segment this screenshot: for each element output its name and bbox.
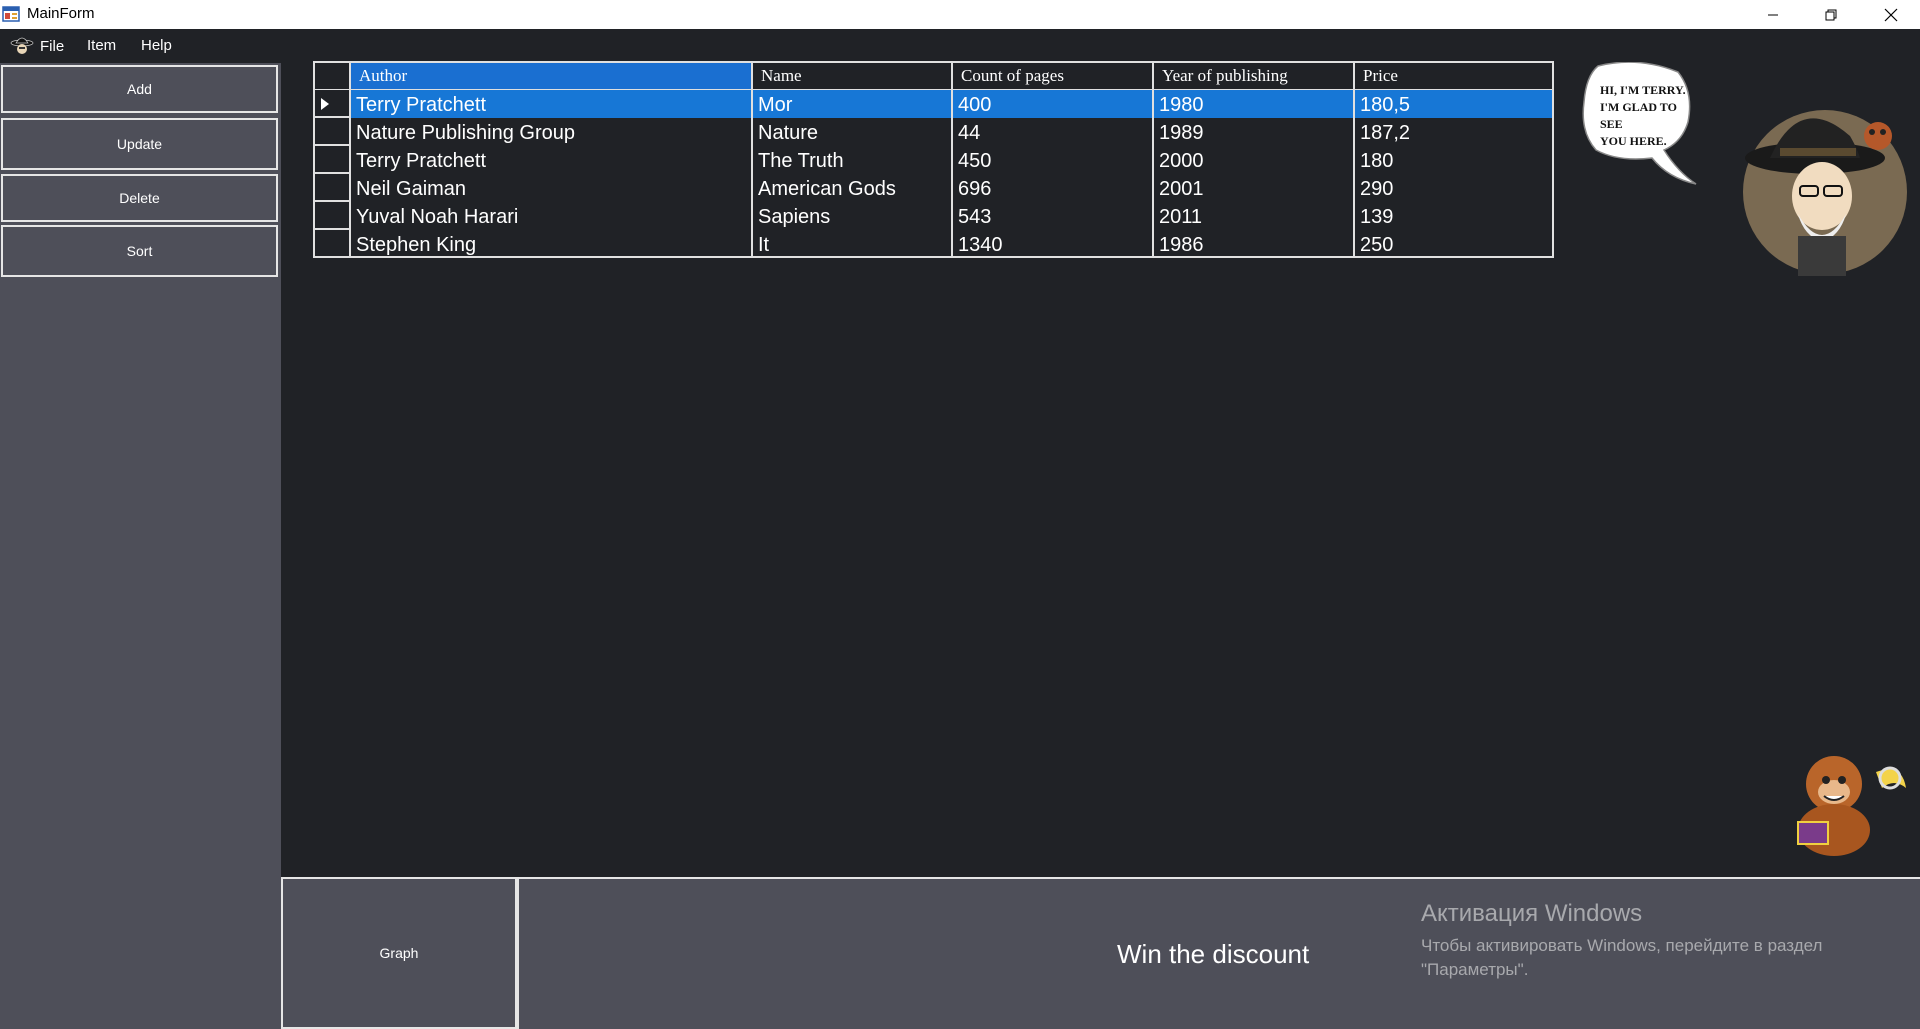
column-header-year[interactable]: Year of publishing [1154,63,1355,89]
speech-bubble: HI, I'M TERRY. I'M GLAD TO SEE YOU HERE. [1582,62,1697,185]
close-button[interactable] [1862,0,1920,29]
column-header-price[interactable]: Price [1355,63,1552,89]
cell-pages[interactable]: 44 [953,118,1154,146]
activation-title: Активация Windows [1421,900,1643,927]
column-header-name[interactable]: Name [753,63,953,89]
row-header[interactable] [315,202,351,230]
delete-button[interactable]: Delete [1,174,278,222]
sidebar: Add Update Delete Sort [0,63,281,1029]
cell-year[interactable]: 2001 [1154,174,1355,202]
speech-line: SEE [1600,117,1623,131]
table-row[interactable]: Nature Publishing Group Nature 44 1989 187,2 [315,118,1552,146]
table-row[interactable]: Neil Gaiman American Gods 696 2001 290 [315,174,1552,202]
row-header-corner[interactable] [315,63,351,89]
menu-item[interactable]: Item [87,37,116,54]
menu-file-label: File [40,37,65,55]
cell-author[interactable]: Terry Pratchett [351,90,753,118]
cell-name[interactable]: It [753,230,953,258]
cell-year[interactable]: 2011 [1154,202,1355,230]
window-title: MainForm [27,5,95,22]
title-bar: MainForm [0,0,1920,29]
cell-price[interactable]: 250 [1355,230,1552,258]
table-row[interactable]: Terry Pratchett The Truth 450 2000 180 [315,146,1552,174]
activation-line-1: Чтобы активировать Windows, перейдите в … [1421,936,1823,955]
cell-pages[interactable]: 400 [953,90,1154,118]
books-grid[interactable]: Author Name Count of pages Year of publi… [313,61,1554,258]
graph-button[interactable]: Graph [281,877,517,1029]
menu-file[interactable]: File [10,35,64,57]
cell-price[interactable]: 290 [1355,174,1552,202]
update-button[interactable]: Update [1,118,278,170]
grid-body: Terry Pratchett Mor 400 1980 180,5 Nature Pub… [315,90,1552,258]
column-header-pages[interactable]: Count of pages [953,63,1154,89]
row-header[interactable] [315,174,351,202]
column-header-author[interactable]: Author [351,63,753,89]
cell-author[interactable]: Neil Gaiman [351,174,753,202]
app-form-icon [2,6,20,22]
row-header[interactable] [315,146,351,174]
cell-year[interactable]: 1986 [1154,230,1355,258]
restore-icon [1825,9,1837,20]
windows-activation-watermark: Активация Windows Чтобы активировать Win… [1421,900,1861,982]
cell-name[interactable]: Mor [753,90,953,118]
row-header[interactable] [315,90,351,118]
cell-price[interactable]: 180 [1355,146,1552,174]
close-icon [1884,8,1898,21]
terry-pratchett-caricature-image [1743,110,1907,276]
cell-price[interactable]: 187,2 [1355,118,1552,146]
cell-name[interactable]: American Gods [753,174,953,202]
restore-button[interactable] [1802,0,1860,29]
orangutan-librarian-image [1797,756,1906,856]
speech-line: I'M GLAD TO [1600,100,1677,114]
minimize-button[interactable] [1744,0,1802,29]
grid-header: Author Name Count of pages Year of publi… [315,63,1552,90]
cell-name[interactable]: The Truth [753,146,953,174]
cell-author[interactable]: Yuval Noah Harari [351,202,753,230]
cell-price[interactable]: 180,5 [1355,90,1552,118]
table-row[interactable]: Stephen King It 1340 1986 250 [315,230,1552,258]
cell-pages[interactable]: 450 [953,146,1154,174]
row-header[interactable] [315,118,351,146]
cell-year[interactable]: 1989 [1154,118,1355,146]
cell-name[interactable]: Nature [753,118,953,146]
cell-pages[interactable]: 696 [953,174,1154,202]
speech-line: HI, I'M TERRY. [1600,83,1686,97]
minimize-icon [1768,14,1778,15]
current-row-arrow-icon [321,98,329,110]
cell-year[interactable]: 2000 [1154,146,1355,174]
activation-line-2: "Параметры". [1421,960,1529,979]
cell-price[interactable]: 139 [1355,202,1552,230]
cell-year[interactable]: 1980 [1154,90,1355,118]
menu-help[interactable]: Help [141,37,172,54]
speech-line: YOU HERE. [1600,134,1667,148]
menu-bar: File Item Help [0,29,1920,63]
add-button[interactable]: Add [1,65,278,113]
cell-author[interactable]: Stephen King [351,230,753,258]
pratchett-hat-icon [10,37,34,54]
sort-button[interactable]: Sort [1,225,278,277]
cell-author[interactable]: Terry Pratchett [351,146,753,174]
cell-name[interactable]: Sapiens [753,202,953,230]
table-row[interactable]: Yuval Noah Harari Sapiens 543 2011 139 [315,202,1552,230]
row-header[interactable] [315,230,351,258]
cell-author[interactable]: Nature Publishing Group [351,118,753,146]
win-discount-label: Win the discount [1117,939,1310,969]
table-row[interactable]: Terry Pratchett Mor 400 1980 180,5 [315,90,1552,118]
activation-message: Чтобы активировать Windows, перейдите в … [1421,934,1861,982]
cell-pages[interactable]: 1340 [953,230,1154,258]
cell-pages[interactable]: 543 [953,202,1154,230]
